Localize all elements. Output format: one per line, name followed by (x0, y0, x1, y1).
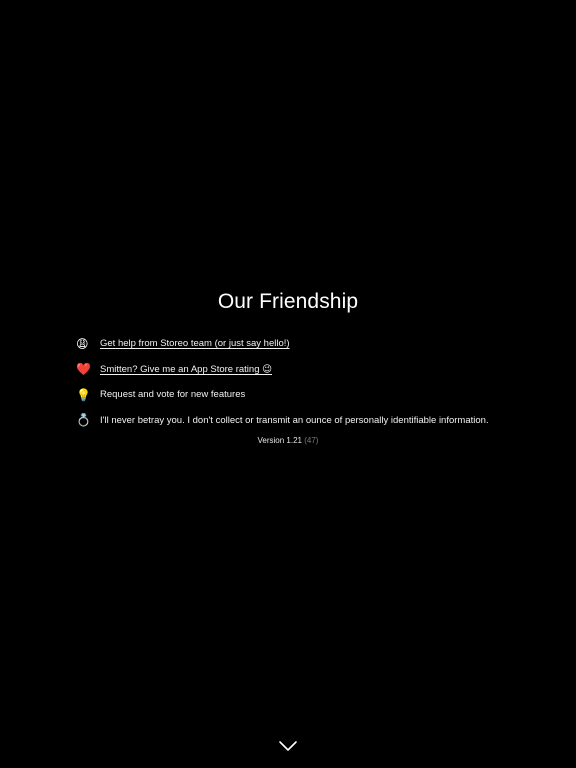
friendship-list: 😩 Get help from Storeo team (or just say… (76, 331, 546, 433)
privacy-text: I'll never betray you. I don't collect o… (100, 414, 489, 426)
build-number: (47) (304, 436, 319, 445)
rating-link[interactable]: Smitten? Give me an App Store rating 😉 (100, 364, 272, 375)
list-item-help[interactable]: 😩 Get help from Storeo team (or just say… (76, 331, 546, 357)
help-link[interactable]: Get help from Storeo team (or just say h… (100, 338, 290, 349)
light-bulb-icon: 💡 (76, 387, 91, 402)
list-item-privacy: 💍 I'll never betray you. I don't collect… (76, 408, 546, 434)
version-label: Version 1.21 (47) (0, 436, 576, 445)
page-title: Our Friendship (217, 290, 359, 313)
weary-face-icon: 😩 (76, 336, 89, 351)
red-heart-icon: ❤️ (76, 362, 91, 377)
features-text[interactable]: Request and vote for new features (100, 389, 245, 400)
friendship-screen: Our Friendship 😩 Get help from Storeo te… (0, 0, 576, 768)
chevron-down-icon[interactable] (278, 739, 298, 753)
list-item-features[interactable]: 💡 Request and vote for new features (76, 382, 546, 408)
version-number: Version 1.21 (257, 436, 302, 445)
list-item-rating[interactable]: ❤️ Smitten? Give me an App Store rating … (76, 357, 546, 383)
ring-icon: 💍 (76, 413, 91, 428)
